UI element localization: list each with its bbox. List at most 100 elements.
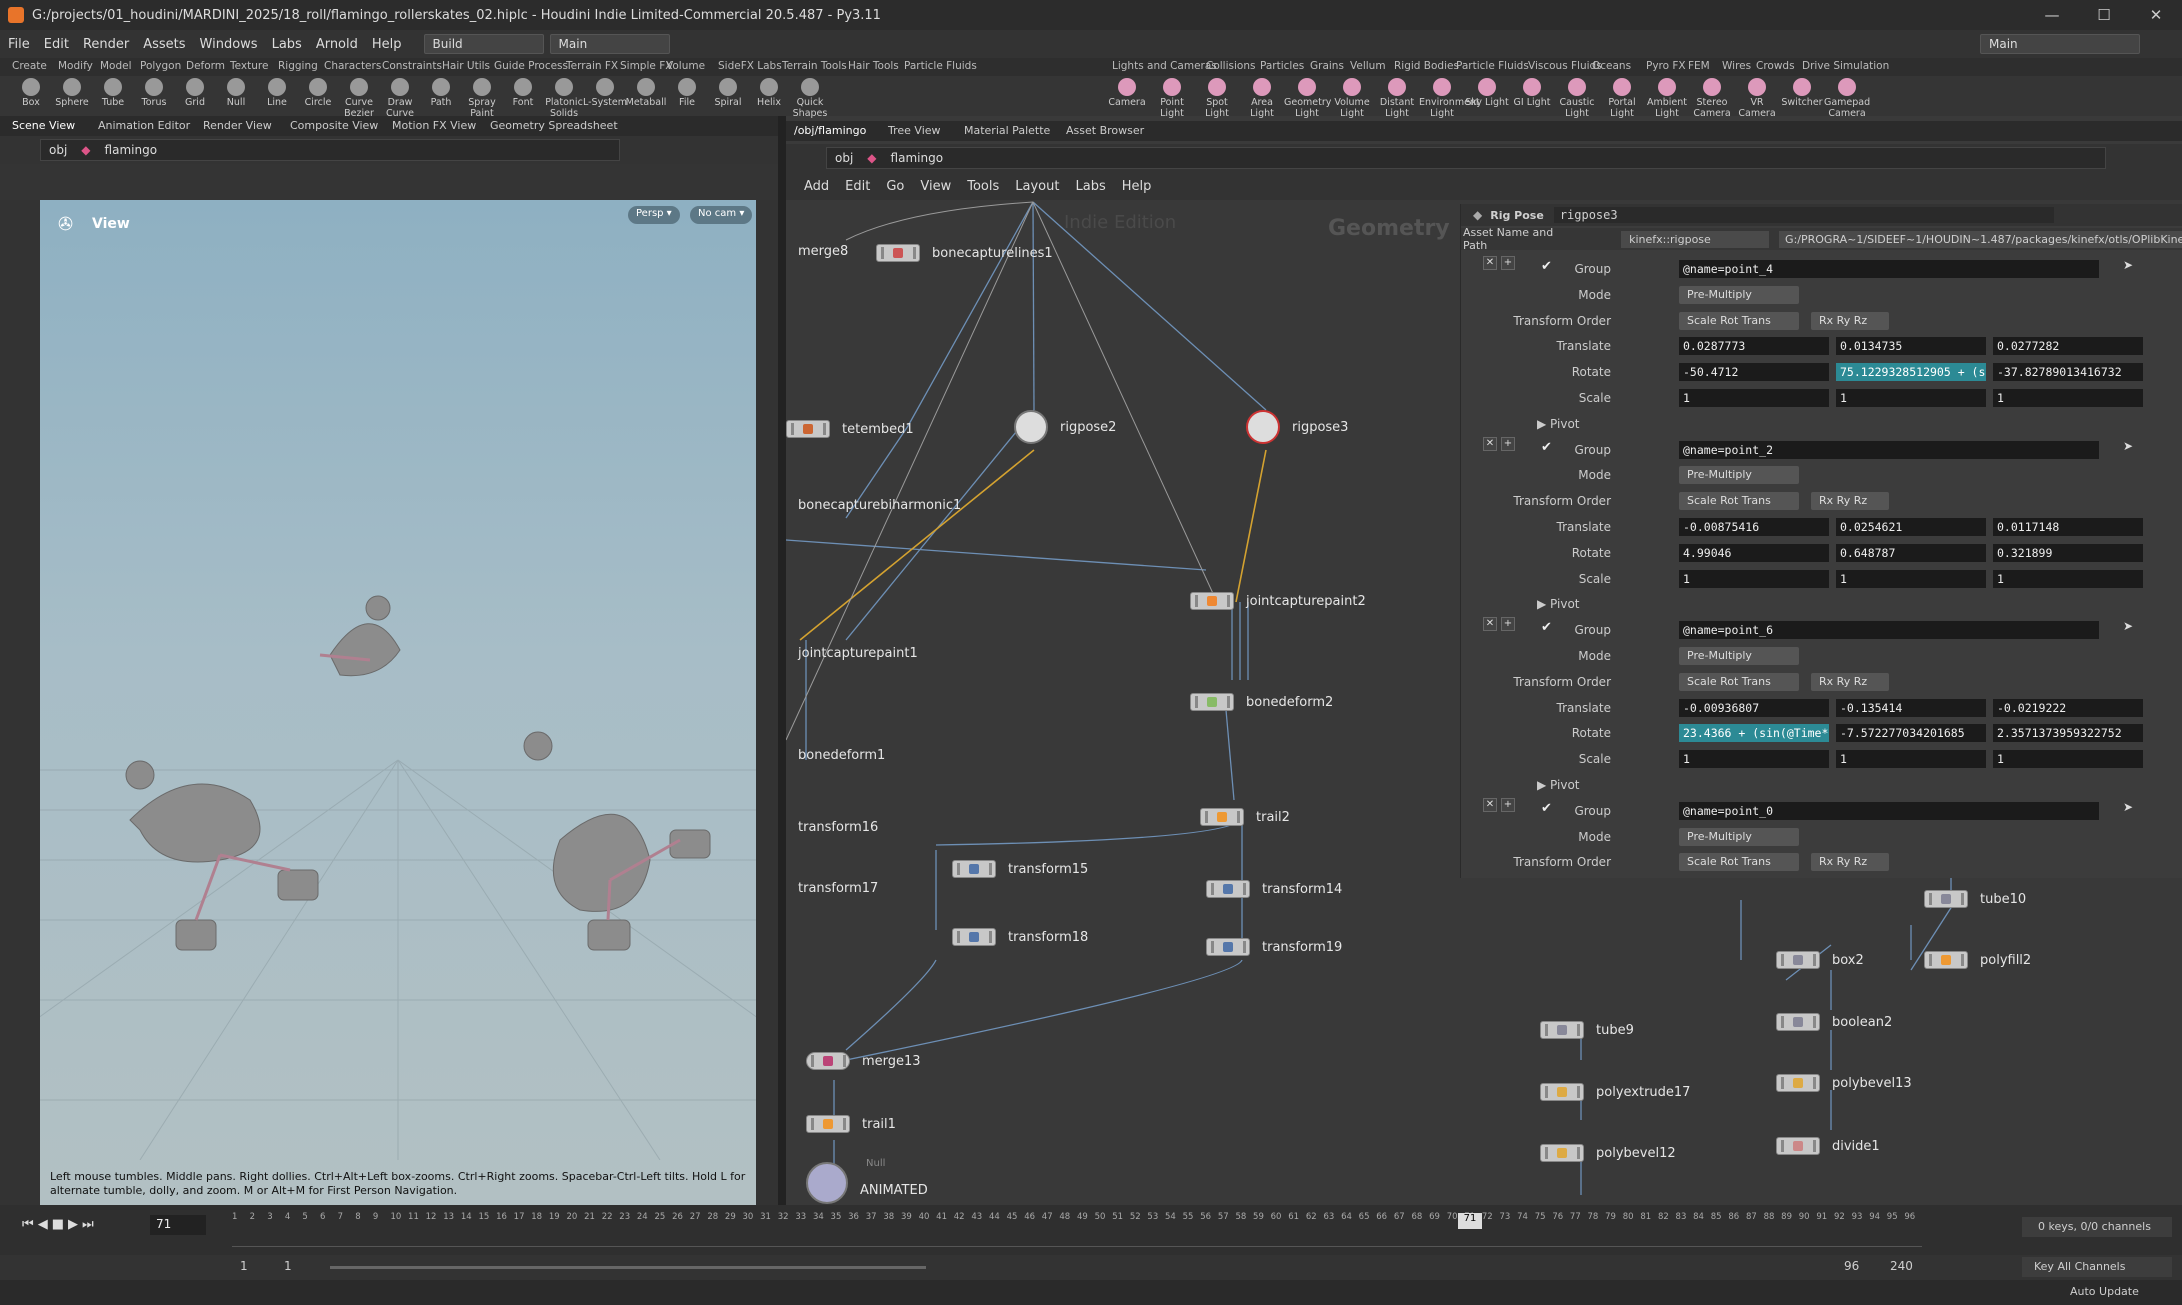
node-transform16[interactable]: transform16 xyxy=(786,820,878,835)
range-end[interactable]: 240 xyxy=(1890,1259,1913,1273)
menu-windows[interactable]: Windows xyxy=(200,37,258,52)
shelf-tool[interactable]: Box xyxy=(8,76,54,108)
shelf-tool[interactable]: Font xyxy=(500,76,546,108)
group-field[interactable]: @name=point_4 xyxy=(1679,260,2099,278)
tab-network-flamingo[interactable]: /obj/flamingo xyxy=(794,124,866,137)
shelf-tool[interactable]: Environment Light xyxy=(1419,76,1480,119)
node-merge8[interactable]: merge8 xyxy=(786,244,848,259)
auto-update-menu[interactable]: Auto Update xyxy=(2070,1285,2139,1298)
shelf-tab[interactable]: Characters xyxy=(324,60,381,72)
shelf-tool[interactable]: Area Light xyxy=(1239,76,1285,119)
shelf-tool[interactable]: Tube xyxy=(90,76,136,108)
shelf-tool[interactable]: Caustic Light xyxy=(1554,76,1600,119)
maximize-icon[interactable]: ☐ xyxy=(2078,0,2130,30)
net-menu-help[interactable]: Help xyxy=(1122,179,1152,194)
shelf-tab[interactable]: Wires xyxy=(1722,60,1751,72)
shelf-tab[interactable]: Hair Tools xyxy=(848,60,899,72)
range-end-playback[interactable]: 96 xyxy=(1844,1259,1859,1273)
shelf-tool[interactable]: Sphere xyxy=(49,76,95,108)
pane-divider[interactable] xyxy=(778,116,786,1205)
pivot-folder[interactable]: ▶ Pivot xyxy=(1537,417,1580,431)
node-transform14[interactable]: transform14 xyxy=(1206,880,1342,898)
net-menu-tools[interactable]: Tools xyxy=(967,179,999,194)
shelf-tab[interactable]: Hair Utils xyxy=(442,60,490,72)
node-transform17[interactable]: transform17 xyxy=(786,881,878,896)
shelf-tool[interactable]: Gamepad Camera xyxy=(1824,76,1870,119)
rotate-field[interactable]: -37.82789013416732 xyxy=(1993,363,2143,382)
play-reverse-icon[interactable]: ◀ xyxy=(38,1217,48,1232)
shelf-tab[interactable]: Texture xyxy=(230,60,268,72)
tab-geometry-spreadsheet[interactable]: Geometry Spreadsheet xyxy=(490,119,618,132)
shelf-tool[interactable]: Portal Light xyxy=(1599,76,1645,119)
translate-field[interactable]: 0.0117148 xyxy=(1993,518,2143,536)
shelf-tab[interactable]: Create xyxy=(12,60,47,72)
translate-field[interactable]: -0.135414 xyxy=(1836,698,1986,717)
shelf-tab[interactable]: Terrain FX xyxy=(566,60,618,72)
translate-field[interactable]: 0.0287773 xyxy=(1679,337,1829,356)
pivot-folder[interactable]: ▶ Pivot xyxy=(1537,778,1580,792)
tab-asset-browser[interactable]: Asset Browser xyxy=(1066,124,1144,137)
shelf-tool[interactable]: Point Light xyxy=(1149,76,1195,119)
rotate-field[interactable]: 23.4366 + (sin(@Time* xyxy=(1679,724,1829,743)
tab-render-view[interactable]: Render View xyxy=(203,119,272,132)
node-trail2[interactable]: trail2 xyxy=(1200,808,1290,826)
shelf-tool[interactable]: Torus xyxy=(131,76,177,108)
transform-order-select[interactable]: Scale Rot Trans xyxy=(1679,672,1799,691)
scale-field[interactable]: 1 xyxy=(1993,389,2143,407)
rotate-field[interactable]: 0.321899 xyxy=(1993,543,2143,562)
shelf-tab[interactable]: Rigging xyxy=(278,60,318,72)
translate-field[interactable]: -0.0219222 xyxy=(1993,698,2143,717)
shelf-tool[interactable]: VR Camera xyxy=(1734,76,1780,119)
node-merge13[interactable]: merge13 xyxy=(806,1052,921,1070)
frame-ruler[interactable]: 1 2 3 4 5 6 7 8 9 10 11 12 13 14 15 16 17 18 19 20 21 22 23 24 2… xyxy=(232,1211,1922,1247)
select-arrow-icon[interactable]: ➤ xyxy=(2123,800,2133,814)
shelf-tab[interactable]: Model xyxy=(100,60,132,72)
rotate-order-select[interactable]: Rx Ry Rz xyxy=(1811,492,1889,511)
close-icon[interactable]: ✕ xyxy=(2130,0,2182,30)
rotate-field[interactable]: 4.99046 xyxy=(1679,543,1829,562)
asset-path-field[interactable]: G:/PROGRA~1/SIDEEF~1/HOUDIN~1.487/packag… xyxy=(1779,230,2182,248)
shelf-tab[interactable]: Polygon xyxy=(140,60,181,72)
shelf-tool[interactable]: Spiral xyxy=(705,76,751,108)
main-select[interactable]: Main xyxy=(549,34,670,54)
scale-field[interactable]: 1 xyxy=(1679,750,1829,769)
shelf-tool[interactable]: Distant Light xyxy=(1374,76,1420,119)
menu-help[interactable]: Help xyxy=(372,37,402,52)
frame-marker[interactable]: 71 xyxy=(1458,1213,1482,1229)
mode-select[interactable]: Pre-Multiply xyxy=(1679,466,1799,485)
shelf-tab[interactable]: Modify xyxy=(58,60,93,72)
expand-icon[interactable]: ▶ xyxy=(1537,417,1550,431)
scale-field[interactable]: 1 xyxy=(1993,569,2143,588)
translate-field[interactable]: 0.0134735 xyxy=(1836,337,1986,356)
node-transform19[interactable]: transform19 xyxy=(1206,938,1342,956)
shelf-tab[interactable]: Grains xyxy=(1310,60,1344,72)
range-start-playback[interactable]: 1 xyxy=(284,1259,292,1273)
expand-icon[interactable]: ▶ xyxy=(1537,778,1550,792)
node-tube10[interactable]: tube10 xyxy=(1924,890,2026,908)
tab-animation-editor[interactable]: Animation Editor xyxy=(98,119,190,132)
shelf-tool[interactable]: Line xyxy=(254,76,300,108)
net-menu-add[interactable]: Add xyxy=(804,179,829,194)
jump-start-icon[interactable]: ⏮ xyxy=(22,1217,34,1232)
current-frame-field[interactable]: 71 xyxy=(150,1215,206,1235)
tab-tree-view[interactable]: Tree View xyxy=(888,124,941,137)
shelf-tool[interactable]: Helix xyxy=(746,76,792,108)
timeline[interactable]: ⏮ ◀ ■ ▶ ⏭ 71 1 2 3 4 5 6 7 8 9 10 11 12 13 14 15 16 17 18 19 20… xyxy=(0,1205,2182,1255)
node-rigpose3[interactable]: rigpose3 xyxy=(1246,410,1348,444)
shelf-tool[interactable]: Platonic Solids xyxy=(541,76,587,119)
range-slider[interactable] xyxy=(330,1266,926,1269)
menu-labs[interactable]: Labs xyxy=(272,37,302,52)
shelf-tab[interactable]: Collisions xyxy=(1206,60,1255,72)
net-menu-edit[interactable]: Edit xyxy=(845,179,870,194)
scale-field[interactable]: 1 xyxy=(1679,569,1829,588)
transform-order-select[interactable]: Scale Rot Trans xyxy=(1679,492,1799,511)
mode-select[interactable]: Pre-Multiply xyxy=(1679,285,1799,304)
jump-end-icon[interactable]: ⏭ xyxy=(82,1217,94,1232)
menu-edit[interactable]: Edit xyxy=(44,37,69,52)
menu-file[interactable]: File xyxy=(8,37,30,52)
node-polybevel12[interactable]: polybevel12 xyxy=(1540,1144,1676,1162)
node-divide1[interactable]: divide1 xyxy=(1776,1137,1880,1155)
shelf-tab[interactable]: Crowds xyxy=(1756,60,1795,72)
asset-name-select[interactable]: kinefx::rigpose xyxy=(1621,230,1770,248)
main-select-right[interactable]: Main xyxy=(1980,34,2140,54)
